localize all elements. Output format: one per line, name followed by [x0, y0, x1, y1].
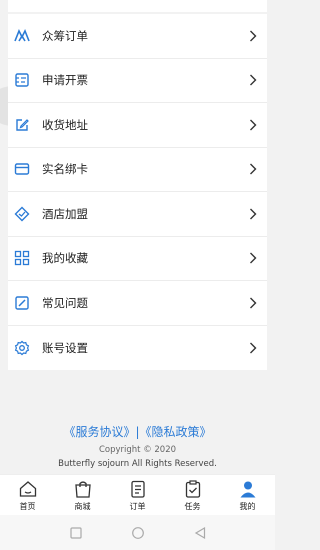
tab-orders[interactable]: 订单	[110, 479, 165, 512]
bottom-tab-bar: 首页 商城 订单 任务 我的	[0, 474, 275, 515]
rights-text: Butterfly sojourn All Rights Reserved.	[58, 459, 217, 469]
chevron-right-icon	[250, 74, 257, 86]
menu-item-label: 账号设置	[42, 340, 88, 355]
card-icon	[14, 161, 30, 177]
menu-item-label: 众筹订单	[42, 28, 88, 43]
tab-label: 我的	[239, 501, 256, 511]
chevron-right-icon	[250, 163, 257, 175]
tab-tasks[interactable]: 任务	[165, 479, 220, 512]
hotel-join-icon	[14, 206, 30, 222]
page-footer: 《服务协议》|《隐私政策》 Copyright © 2020 Butterfly…	[0, 423, 275, 469]
menu-item-label: 实名绑卡	[42, 162, 88, 177]
tab-label: 首页	[19, 501, 36, 511]
back-triangle-icon[interactable]	[193, 526, 207, 540]
top-card-edge	[8, 0, 267, 12]
task-clipboard-icon	[185, 479, 200, 498]
tab-home[interactable]: 首页	[0, 479, 55, 512]
agreement-policy-links[interactable]: 《服务协议》|《隐私政策》	[0, 423, 275, 440]
chevron-right-icon	[250, 342, 257, 354]
home-icon	[19, 480, 36, 497]
invoice-icon	[14, 72, 30, 88]
grid-icon	[14, 250, 30, 266]
recent-apps-icon[interactable]	[69, 526, 83, 540]
menu-item-my-favorites[interactable]: 我的收藏	[8, 237, 267, 281]
menu-item-apply-invoice[interactable]: 申请开票	[8, 59, 267, 103]
chevron-right-icon	[250, 252, 257, 264]
shopping-bag-icon	[74, 480, 91, 498]
tab-label: 商城	[74, 501, 91, 511]
settings-gear-icon	[14, 340, 30, 356]
chevron-right-icon	[250, 297, 257, 309]
user-icon	[240, 481, 255, 497]
menu-item-label: 酒店加盟	[42, 206, 88, 221]
menu-item-label: 收货地址	[42, 117, 88, 132]
menu-item-label: 常见问题	[42, 295, 88, 310]
edit-address-icon	[14, 117, 30, 133]
menu-item-real-name-card[interactable]: 实名绑卡	[8, 148, 267, 192]
chevron-right-icon	[250, 208, 257, 220]
chevron-right-icon	[250, 30, 257, 42]
tab-label: 订单	[129, 501, 146, 511]
menu-item-account-settings[interactable]: 账号设置	[8, 326, 267, 371]
chevron-right-icon	[250, 119, 257, 131]
system-navigation-bar	[0, 515, 275, 550]
tab-label: 任务	[184, 501, 201, 511]
menu-item-shipping-address[interactable]: 收货地址	[8, 103, 267, 148]
order-list-icon	[130, 480, 145, 498]
menu-item-label: 申请开票	[42, 73, 88, 88]
menu-item-label: 我的收藏	[42, 251, 88, 266]
account-menu: 众筹订单 申请开票 收货地址 实名绑卡 酒店加盟 我的收藏 常见问题 账号设置	[8, 14, 267, 370]
crowdfund-icon	[14, 28, 30, 44]
question-edit-icon	[14, 295, 30, 311]
home-circle-icon[interactable]	[131, 526, 145, 540]
menu-item-hotel-join[interactable]: 酒店加盟	[8, 192, 267, 237]
tab-mall[interactable]: 商城	[55, 479, 110, 512]
tab-mine[interactable]: 我的	[220, 479, 275, 512]
copyright-text: Copyright © 2020	[98, 445, 177, 455]
menu-item-crowdfund-orders[interactable]: 众筹订单	[8, 14, 267, 59]
menu-item-faq[interactable]: 常见问题	[8, 281, 267, 326]
